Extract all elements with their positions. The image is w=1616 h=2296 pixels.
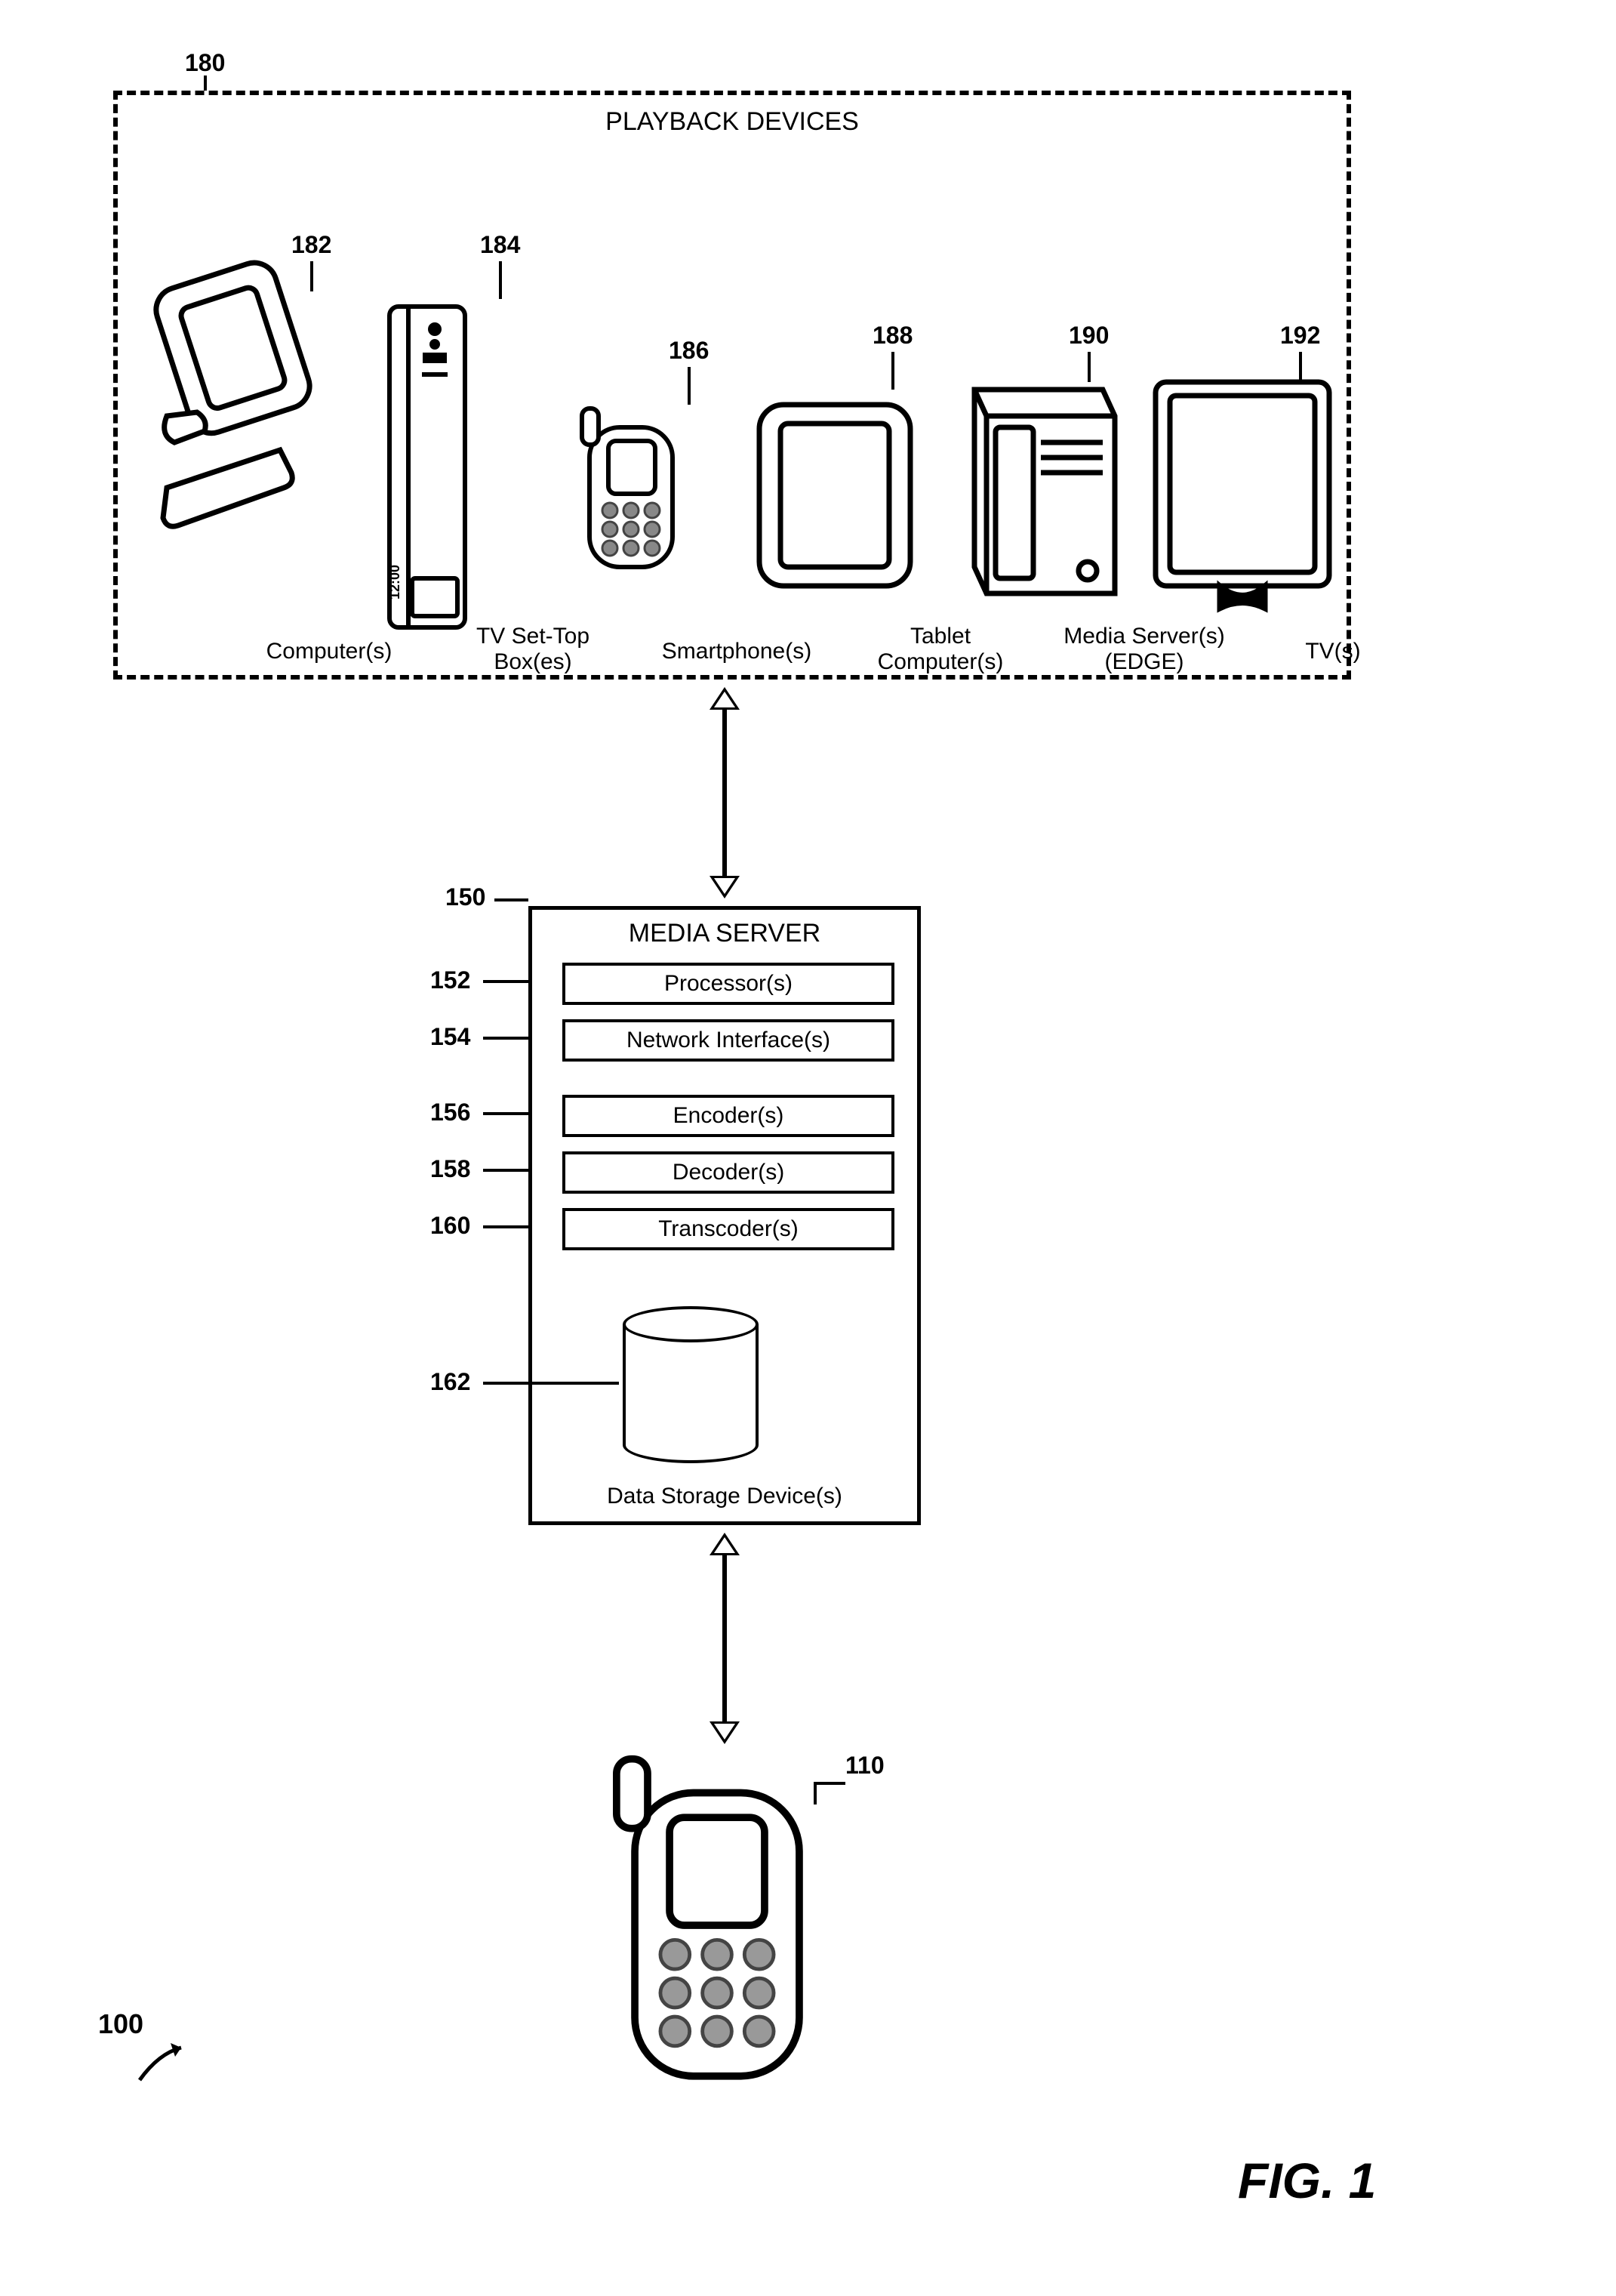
ref-160: 160 (430, 1212, 470, 1240)
component-encoder-label: Encoder(s) (673, 1103, 784, 1129)
figure-label: FIG. 1 (1238, 2152, 1376, 2209)
ref-158: 158 (430, 1155, 470, 1183)
component-transcoder: Transcoder(s) (562, 1208, 894, 1250)
tv-icon (1144, 367, 1341, 624)
component-processor-label: Processor(s) (664, 971, 793, 997)
device-smartphone (548, 397, 714, 624)
device-settop-label: TV Set-Top Box(es) (435, 624, 631, 675)
ref-188: 188 (873, 322, 913, 350)
device-computer (133, 216, 322, 639)
ref-186: 186 (669, 337, 709, 365)
device-edge-server (940, 367, 1129, 631)
ref-100: 100 (98, 2008, 143, 2040)
ref-156: 156 (430, 1099, 470, 1126)
server-tower-icon (952, 367, 1118, 609)
ref-162: 162 (430, 1368, 470, 1396)
ref-100-arrow-icon (136, 2039, 196, 2084)
device-edge-label: Media Server(s) (EDGE) (1039, 624, 1250, 675)
capture-smartphone-icon (596, 1752, 838, 2099)
ref-190: 190 (1069, 322, 1109, 350)
ref-154: 154 (430, 1023, 470, 1051)
settop-clock: 12:00 (387, 565, 403, 599)
component-processor: Processor(s) (562, 963, 894, 1005)
ref-182: 182 (291, 231, 331, 259)
ref-180: 180 (185, 49, 225, 77)
device-tablet (744, 390, 925, 624)
device-computer-label: Computer(s) (231, 639, 427, 664)
ref-150: 150 (445, 883, 485, 911)
media-server-title: MEDIA SERVER (532, 919, 917, 948)
component-transcoder-label: Transcoder(s) (658, 1216, 799, 1242)
ref-184: 184 (480, 231, 520, 259)
component-decoder: Decoder(s) (562, 1151, 894, 1194)
arrow-server-to-playback (694, 687, 755, 898)
ref-192: 192 (1280, 322, 1320, 350)
device-settop: 12:00 (329, 307, 533, 631)
device-smartphone-label: Smartphone(s) (639, 639, 835, 664)
ref-152: 152 (430, 966, 470, 994)
device-tv (1144, 367, 1341, 631)
device-tv-label: TV(s) (1257, 639, 1408, 664)
smartphone-icon (571, 397, 691, 593)
data-storage-cylinder-icon (623, 1306, 759, 1457)
playback-devices-title: PLAYBACK DEVICES (118, 107, 1347, 137)
device-tablet-label: Tablet Computer(s) (842, 624, 1039, 675)
component-network-label: Network Interface(s) (626, 1028, 830, 1053)
component-network: Network Interface(s) (562, 1019, 894, 1062)
media-server-box: MEDIA SERVER Processor(s) Network Interf… (528, 906, 921, 1525)
arrow-server-to-capture (694, 1533, 755, 1744)
playback-devices-box: PLAYBACK DEVICES 182 Computer(s) (113, 91, 1351, 680)
data-storage-label: Data Storage Device(s) (532, 1484, 917, 1509)
component-encoder: Encoder(s) (562, 1095, 894, 1137)
ref-110: 110 (845, 1752, 885, 1780)
capture-device (596, 1752, 853, 2106)
computer-icon (152, 231, 303, 548)
component-decoder-label: Decoder(s) (673, 1160, 784, 1185)
tablet-icon (752, 390, 918, 601)
